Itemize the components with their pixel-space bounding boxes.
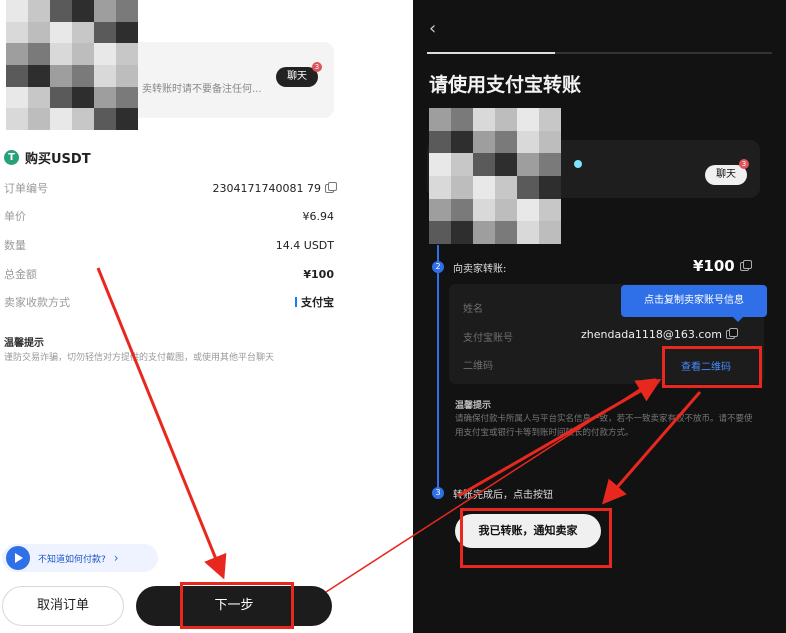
tutorial-composite: 卖转账时请不要备注任何... 聊天 3 T 购买USDT 订单编号 230417… [0,0,786,633]
arrow-to-next [96,267,227,580]
arrow-to-done [602,391,702,505]
annotation-arrows [96,267,702,593]
